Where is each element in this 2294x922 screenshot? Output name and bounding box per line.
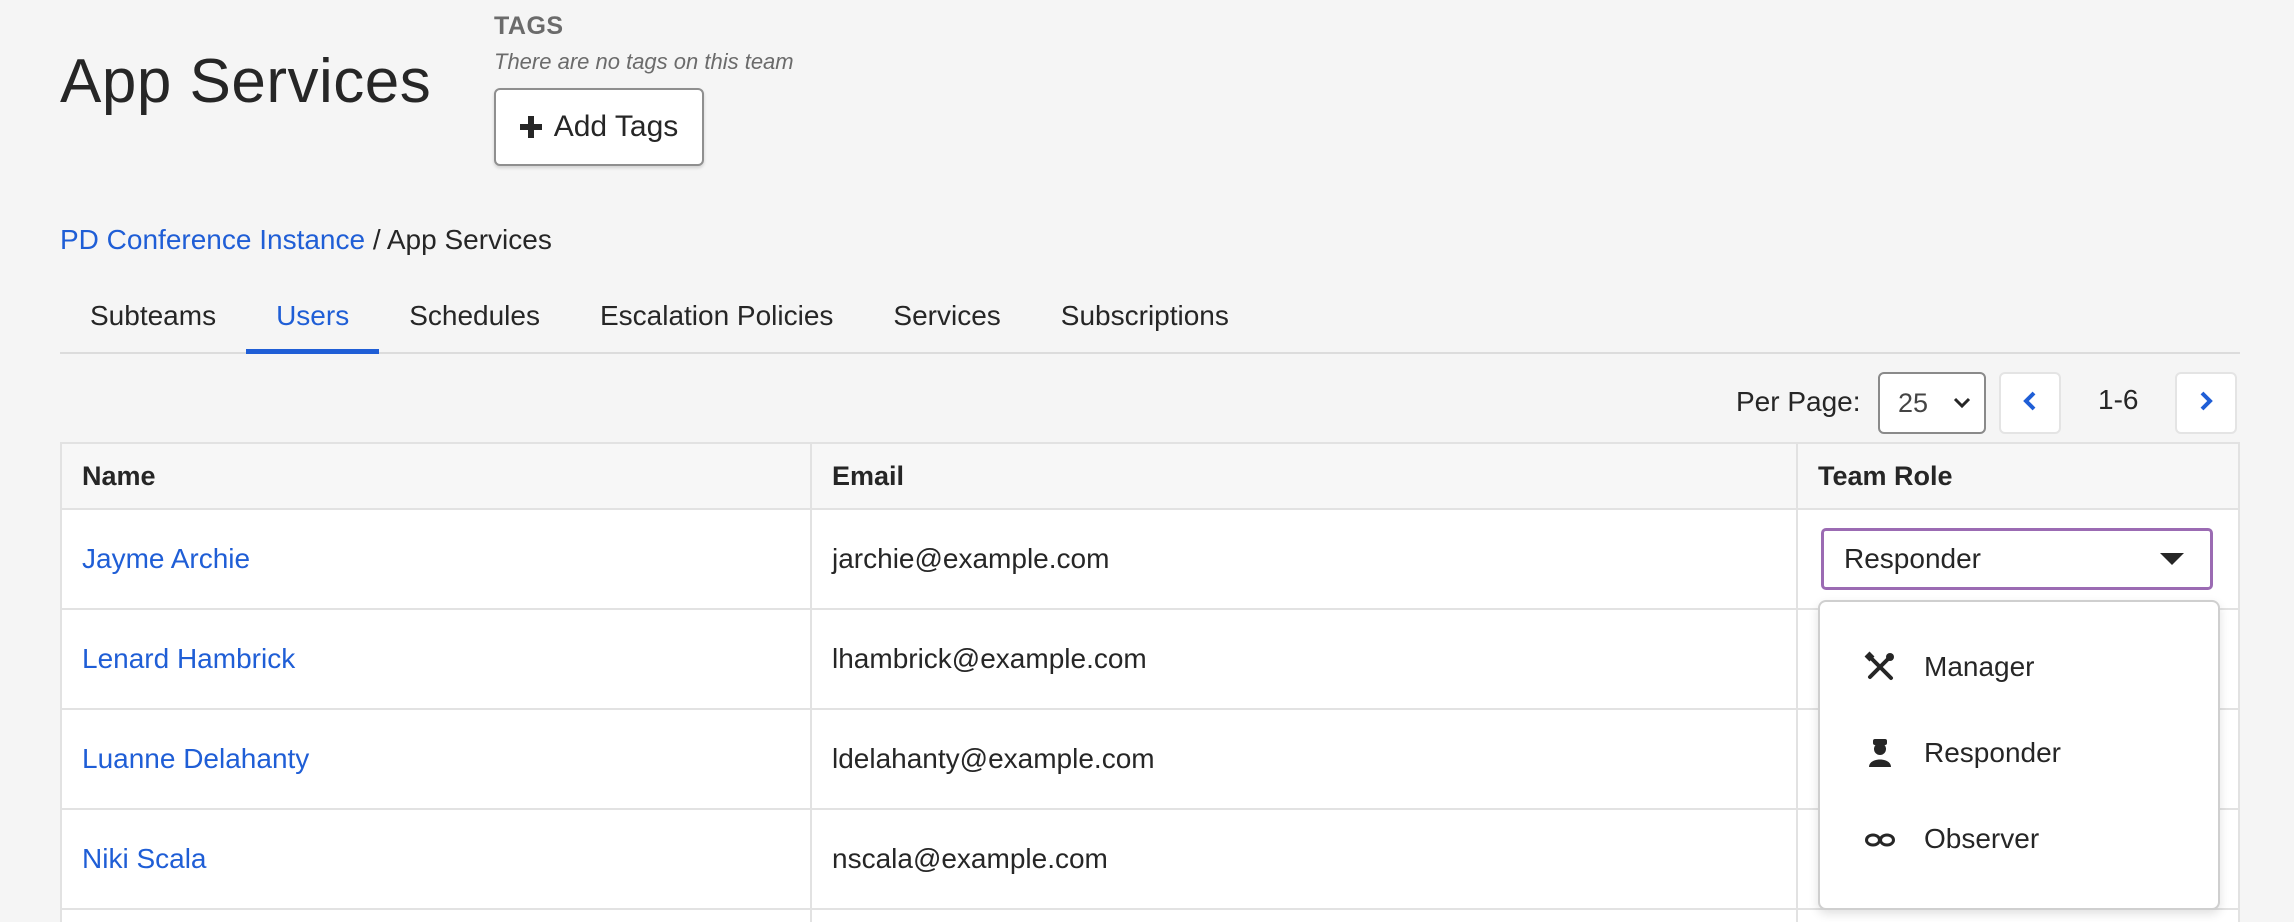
header-name[interactable]: Name: [62, 444, 812, 508]
page-title: App Services: [60, 47, 432, 116]
chevron-down-icon: [1952, 391, 1972, 422]
user-role-cell: [1798, 910, 2238, 922]
header-email[interactable]: Email: [812, 444, 1798, 508]
user-email: nscala@example.com: [812, 810, 1798, 908]
responder-person-icon: [1864, 737, 1896, 769]
user-name-cell: Jayme Archie: [62, 510, 812, 608]
page-range: 1-6: [2098, 384, 2139, 415]
chevron-left-icon: [2021, 389, 2039, 418]
user-role-cell: Responder: [1798, 510, 2238, 608]
breadcrumb-current: App Services: [386, 224, 552, 255]
per-page-value: 25: [1898, 387, 1929, 418]
user-name-cell: Lenard Hambrick: [62, 610, 812, 708]
user-name-link[interactable]: Jayme Archie: [82, 543, 250, 575]
header-team-role: Team Role: [1818, 460, 1953, 491]
tab-escalation-policies[interactable]: Escalation Policies: [570, 282, 863, 352]
previous-page-button[interactable]: [1999, 372, 2061, 434]
tags-heading: TAGS: [494, 12, 564, 40]
role-option-label: Observer: [1924, 823, 2040, 854]
role-option-manager[interactable]: Manager: [1820, 624, 2218, 710]
per-page-select[interactable]: 25: [1878, 372, 1986, 434]
team-role-select[interactable]: Responder: [1821, 528, 2213, 590]
team-role-dropdown-menu: Manager Responder Observer: [1818, 600, 2220, 910]
glasses-icon: [1864, 823, 1896, 855]
user-name-link[interactable]: Lenard Hambrick: [82, 643, 295, 675]
table-header-row: Name Email Team Role: [62, 444, 2238, 510]
tab-subteams[interactable]: Subteams: [60, 282, 246, 352]
add-tags-button[interactable]: Add Tags: [494, 88, 704, 166]
role-option-label: Manager: [1924, 651, 2035, 682]
tools-icon: [1864, 651, 1896, 683]
user-email: lhambrick@example.com: [812, 610, 1798, 708]
role-option-label: Responder: [1924, 737, 2061, 768]
user-name-link[interactable]: Niki Scala: [82, 843, 206, 875]
user-name-link[interactable]: Luanne Delahanty: [82, 743, 309, 775]
user-email: ldelahanty@example.com: [812, 710, 1798, 808]
next-page-button[interactable]: [2175, 372, 2237, 434]
breadcrumb-separator: /: [372, 224, 381, 255]
tab-schedules[interactable]: Schedules: [379, 282, 570, 352]
team-page: App Services TAGS There are no tags on t…: [0, 0, 2294, 922]
team-tabs: Subteams Users Schedules Escalation Poli…: [60, 282, 2240, 354]
breadcrumb: PD Conference Instance / App Services: [60, 224, 552, 256]
table-row-partial: [62, 910, 2238, 922]
user-name-cell: Niki Scala: [62, 810, 812, 908]
tab-services[interactable]: Services: [863, 282, 1030, 352]
tags-empty-message: There are no tags on this team: [494, 49, 794, 74]
user-email-cell: [812, 910, 1798, 922]
user-email: jarchie@example.com: [812, 510, 1798, 608]
chevron-right-icon: [2197, 389, 2215, 418]
caret-down-icon: [2160, 553, 2184, 565]
add-tags-label: Add Tags: [553, 110, 679, 143]
tags-section: TAGS There are no tags on this team: [494, 12, 794, 75]
role-option-observer[interactable]: Observer: [1820, 796, 2218, 882]
per-page-label: Per Page:: [1736, 386, 1861, 417]
user-name-cell: [62, 910, 812, 922]
table-row: Jayme Archie jarchie@example.com Respond…: [62, 510, 2238, 610]
user-name-cell: Luanne Delahanty: [62, 710, 812, 808]
role-option-responder[interactable]: Responder: [1820, 710, 2218, 796]
team-role-value: Responder: [1844, 543, 1981, 574]
plus-icon: [519, 110, 542, 144]
breadcrumb-parent-link[interactable]: PD Conference Instance: [60, 224, 365, 255]
tab-subscriptions[interactable]: Subscriptions: [1031, 282, 1259, 352]
tab-users[interactable]: Users: [246, 282, 380, 354]
